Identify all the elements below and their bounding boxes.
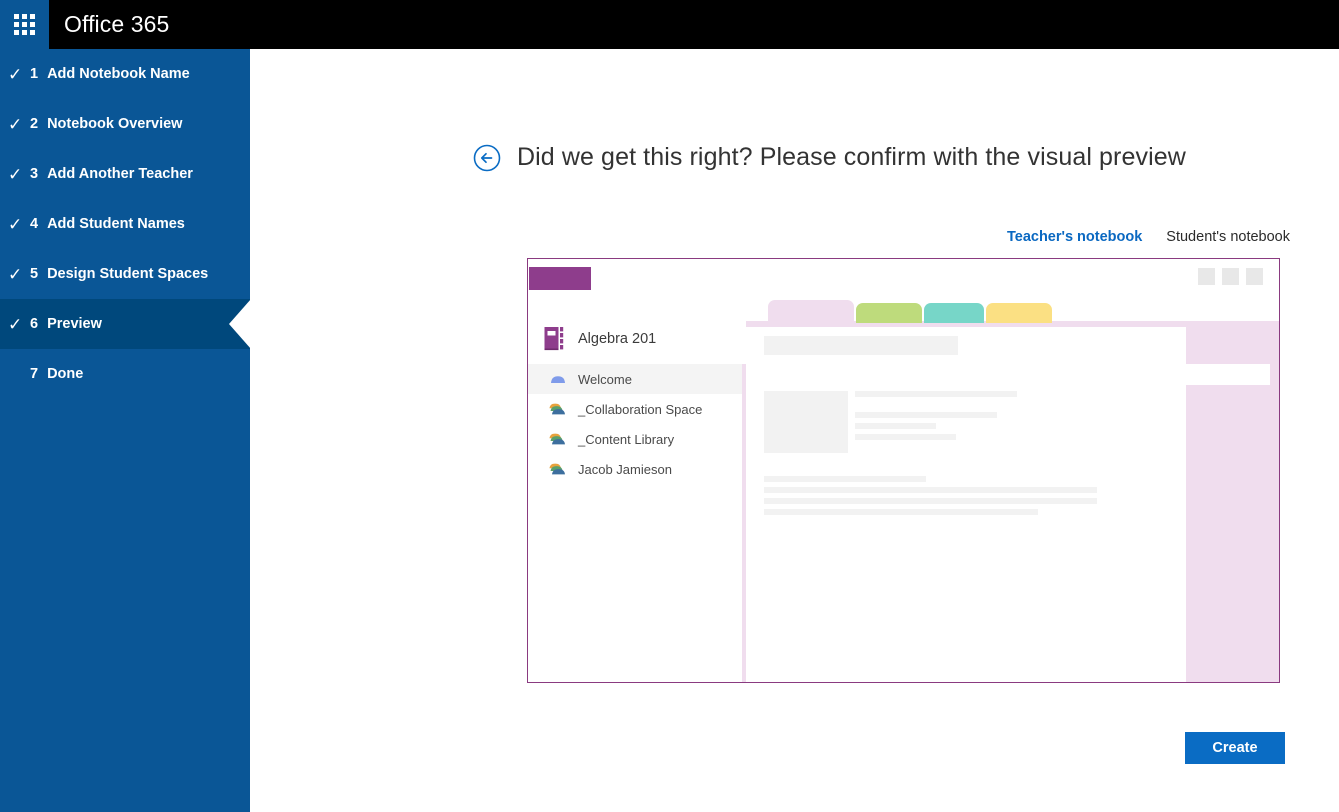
wizard-step-5[interactable]: ✓ 5 Design Student Spaces <box>0 249 250 299</box>
wizard-step-4[interactable]: ✓ 4 Add Student Names <box>0 199 250 249</box>
preview-section-list: Welcome _Collaboration Space _Content Li… <box>528 364 742 682</box>
wizard-step-2[interactable]: ✓ 2 Notebook Overview <box>0 99 250 149</box>
suite-bar: Office 365 <box>0 0 1339 49</box>
section-group-icon <box>549 433 565 445</box>
step-label: Design Student Spaces <box>47 266 209 282</box>
step-number: 1 <box>30 66 39 82</box>
wizard-step-rail: ✓ 1 Add Notebook Name ✓ 2 Notebook Overv… <box>0 49 250 812</box>
check-icon: ✓ <box>8 264 23 284</box>
skeleton-line <box>764 476 926 482</box>
section-row-jacob-jamieson[interactable]: Jacob Jamieson <box>528 454 742 484</box>
step-label: Notebook Overview <box>47 116 183 132</box>
wizard-step-1[interactable]: ✓ 1 Add Notebook Name <box>0 49 250 99</box>
step-number: 7 <box>30 366 39 382</box>
check-icon: ✓ <box>8 214 23 234</box>
page-title: Did we get this right? Please confirm wi… <box>517 143 1186 171</box>
skeleton-line <box>855 434 956 440</box>
app-launcher-button[interactable] <box>0 0 49 49</box>
wizard-step-3[interactable]: ✓ 3 Add Another Teacher <box>0 149 250 199</box>
preview-notebook-header: Algebra 201 <box>528 314 742 364</box>
step-label: Done <box>47 366 84 382</box>
preview-vertical-divider <box>742 364 746 682</box>
step-number: 4 <box>30 216 39 232</box>
step-label: Add Another Teacher <box>47 166 193 182</box>
step-number: 2 <box>30 116 39 132</box>
notebook-preview-frame: Algebra 201 Welcome _Collaboration Space <box>527 258 1280 683</box>
step-label: Add Notebook Name <box>47 66 190 82</box>
section-row-content-library[interactable]: _Content Library <box>528 424 742 454</box>
skeleton-line <box>855 412 997 418</box>
skeleton-image-block <box>764 391 848 453</box>
step-number: 3 <box>30 166 39 182</box>
minimize-icon <box>1198 268 1215 285</box>
skeleton-line <box>764 509 1038 515</box>
step-number: 6 <box>30 316 39 332</box>
preview-window-controls <box>1198 268 1263 285</box>
skeleton-line <box>855 423 936 429</box>
waffle-grid-icon <box>14 14 35 35</box>
section-label: Jacob Jamieson <box>578 461 672 477</box>
step-label: Preview <box>47 316 102 332</box>
create-button[interactable]: Create <box>1185 732 1285 764</box>
section-group-icon <box>549 463 565 475</box>
step-number: 5 <box>30 266 39 282</box>
check-icon: ✓ <box>8 64 23 84</box>
notebook-book-icon <box>544 327 564 351</box>
notebook-type-tabs: Teacher's notebook Student's notebook <box>1007 229 1290 245</box>
preview-notebook-name: Algebra 201 <box>578 331 657 347</box>
section-tab-green <box>856 303 922 323</box>
check-icon: ✓ <box>8 314 23 334</box>
tab-students-notebook[interactable]: Student's notebook <box>1166 229 1290 245</box>
suite-title: Office 365 <box>64 11 170 37</box>
preview-section-tabstrip <box>746 300 1279 327</box>
check-icon: ✓ <box>8 164 23 184</box>
main-content: Did we get this right? Please confirm wi… <box>250 49 1339 812</box>
section-group-icon <box>549 403 565 415</box>
section-row-welcome[interactable]: Welcome <box>528 364 742 394</box>
skeleton-line <box>764 487 1097 493</box>
section-label: Welcome <box>578 371 632 387</box>
wizard-step-6-preview[interactable]: ✓ 6 Preview <box>0 299 250 349</box>
preview-ribbon-accent <box>529 267 591 290</box>
section-tab-active <box>768 300 854 323</box>
check-icon: ✓ <box>8 114 23 134</box>
section-label: _Content Library <box>578 431 675 447</box>
section-tab-yellow <box>986 303 1052 323</box>
preview-page-canvas <box>750 327 1186 682</box>
skeleton-line <box>855 391 1017 397</box>
maximize-icon <box>1222 268 1239 285</box>
section-label: _Collaboration Space <box>578 401 703 417</box>
skeleton-line <box>764 498 1097 504</box>
back-arrow-circle-icon[interactable] <box>473 144 501 172</box>
page-header: Did we get this right? Please confirm wi… <box>473 143 1186 172</box>
section-tab-teal <box>924 303 984 323</box>
section-row-collaboration-space[interactable]: _Collaboration Space <box>528 394 742 424</box>
skeleton-title-block <box>764 336 958 355</box>
wizard-step-7[interactable]: 7 Done <box>0 349 250 399</box>
section-tab-icon <box>551 376 565 383</box>
tab-teachers-notebook[interactable]: Teacher's notebook <box>1007 229 1142 245</box>
close-icon <box>1246 268 1263 285</box>
step-label: Add Student Names <box>47 216 185 232</box>
